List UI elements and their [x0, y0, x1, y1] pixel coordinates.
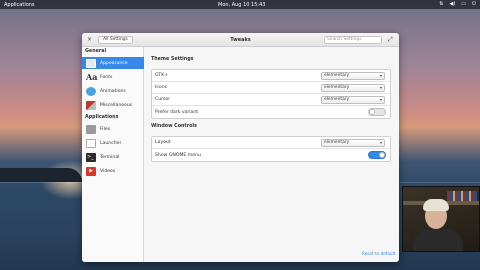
sidebar-item-files[interactable]: Files	[82, 123, 144, 135]
search-input[interactable]: Search Settings	[324, 36, 382, 44]
icons-label: Icons	[155, 85, 167, 90]
prefer-dark-row: Prefer dark variant	[152, 106, 390, 118]
window-controls-header: Window Controls	[151, 124, 197, 129]
cursor-label: Cursor	[155, 97, 171, 102]
sidebar: General Appearance Aa Fonts Animations M…	[82, 47, 144, 262]
sidebar-item-label: Fonts	[100, 74, 113, 80]
miscellaneous-icon	[86, 100, 96, 110]
switch-knob	[379, 152, 385, 158]
prefer-dark-switch[interactable]	[368, 108, 386, 116]
gtk-theme-dropdown[interactable]: elementary ▾	[321, 71, 385, 80]
sidebar-applications-header: Applications	[85, 115, 119, 120]
wallpaper-shoreline	[0, 168, 82, 182]
prefer-dark-label: Prefer dark variant	[155, 109, 199, 115]
battery-icon[interactable]: ▭	[461, 1, 466, 7]
chevron-down-icon: ▾	[379, 72, 382, 78]
cursor-theme-value: elementary	[324, 96, 350, 102]
applications-menu[interactable]: Applications	[4, 2, 35, 8]
appearance-icon	[86, 58, 96, 68]
gtk-row: GTK+ elementary ▾	[152, 70, 390, 82]
icons-theme-dropdown[interactable]: elementary ▾	[321, 83, 385, 92]
window-controls-frame: Layout elementary ▾ Show GNOME menu	[151, 136, 391, 162]
chevron-down-icon: ▾	[379, 96, 382, 102]
icons-theme-value: elementary	[324, 84, 350, 90]
webcam-overlay	[402, 186, 480, 252]
sidebar-item-videos[interactable]: ▶ Videos	[82, 165, 144, 177]
system-tray: ⇅ ◀) ▭ ⏻	[439, 1, 476, 7]
top-panel: Applications Mon, Aug 10 15:43 ⇅ ◀) ▭ ⏻	[0, 0, 480, 9]
power-icon[interactable]: ⏻	[472, 1, 476, 7]
sidebar-item-label: Terminal	[100, 154, 120, 160]
settings-content: Theme Settings GTK+ elementary ▾ Icons el…	[145, 47, 399, 262]
fonts-icon: Aa	[86, 71, 98, 82]
layout-dropdown[interactable]: elementary ▾	[321, 138, 385, 147]
layout-row: Layout elementary ▾	[152, 137, 390, 149]
webcam-bookshelf	[447, 191, 477, 201]
sidebar-item-fonts[interactable]: Aa Fonts	[82, 71, 144, 83]
layout-label: Layout	[155, 140, 171, 145]
sidebar-item-terminal[interactable]: >_ Terminal	[82, 151, 144, 163]
gtk-theme-value: elementary	[324, 72, 350, 78]
panel-clock[interactable]: Mon, Aug 10 15:43	[218, 2, 265, 8]
network-icon[interactable]: ⇅	[439, 1, 443, 7]
sidebar-item-label: Animations	[100, 88, 126, 94]
volume-icon[interactable]: ◀)	[450, 1, 456, 7]
terminal-icon: >_	[86, 152, 96, 162]
layout-value: elementary	[324, 139, 350, 145]
tweaks-window: × All Settings Tweaks Search Settings ⤢ …	[82, 33, 399, 262]
sidebar-item-appearance[interactable]: Appearance	[82, 57, 144, 69]
sidebar-item-animations[interactable]: Animations	[82, 85, 144, 97]
sidebar-item-label: Files	[100, 126, 111, 132]
gnome-menu-label: Show GNOME menu	[155, 152, 201, 158]
maximize-icon[interactable]: ⤢	[388, 36, 393, 44]
sidebar-general-header: General	[85, 49, 107, 54]
videos-icon: ▶	[86, 166, 96, 176]
sidebar-item-label: Videos	[100, 168, 116, 174]
webcam-person-hair	[423, 199, 449, 211]
sidebar-item-label: Appearance	[100, 60, 128, 66]
icons-row: Icons elementary ▾	[152, 82, 390, 94]
cursor-theme-dropdown[interactable]: elementary ▾	[321, 95, 385, 104]
chevron-down-icon: ▾	[379, 139, 382, 145]
webcam-person-body	[413, 229, 463, 251]
theme-settings-header: Theme Settings	[151, 57, 194, 62]
switch-knob	[369, 109, 375, 115]
files-icon	[86, 124, 96, 134]
animations-icon	[86, 86, 96, 96]
theme-settings-frame: GTK+ elementary ▾ Icons elementary ▾ Curso…	[151, 69, 391, 119]
gnome-menu-row: Show GNOME menu	[152, 149, 390, 161]
sidebar-item-label: Launcher	[100, 140, 122, 146]
cursor-row: Cursor elementary ▾	[152, 94, 390, 106]
reset-to-default-link[interactable]: Reset to default	[362, 251, 395, 256]
launcher-icon	[86, 138, 96, 148]
gnome-menu-switch[interactable]	[368, 151, 386, 159]
gtk-label: GTK+	[155, 73, 169, 78]
sidebar-item-label: Miscellaneous	[100, 102, 133, 108]
sidebar-item-miscellaneous[interactable]: Miscellaneous	[82, 99, 144, 111]
titlebar: × All Settings Tweaks Search Settings ⤢	[82, 33, 399, 47]
sidebar-item-launcher[interactable]: Launcher	[82, 137, 144, 149]
chevron-down-icon: ▾	[379, 84, 382, 90]
